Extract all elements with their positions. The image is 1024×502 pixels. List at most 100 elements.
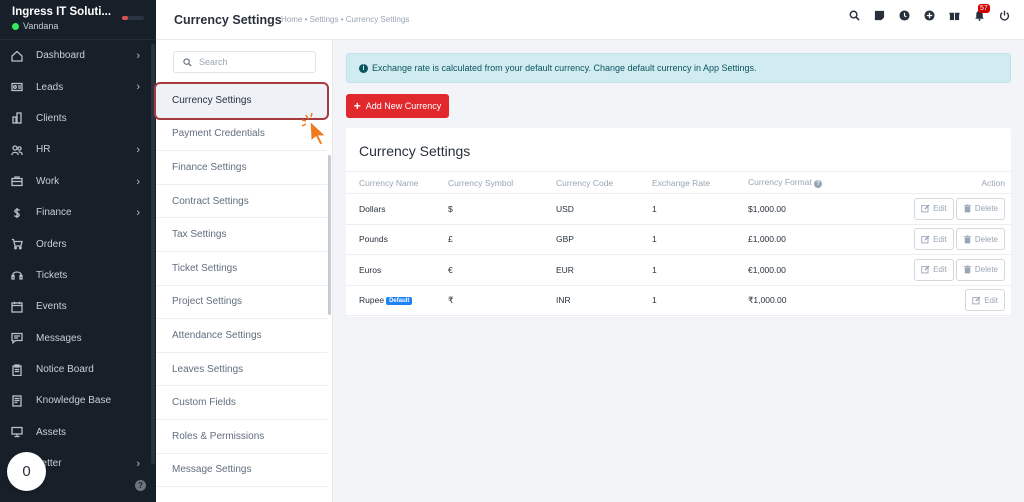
home-icon bbox=[10, 49, 24, 63]
edit-button[interactable]: Edit bbox=[914, 258, 954, 281]
delete-button[interactable]: Delete bbox=[955, 258, 1005, 281]
info-alert-text: Exchange rate is calculated from your de… bbox=[372, 63, 757, 73]
cell-name: Pounds bbox=[346, 224, 448, 255]
chevron-right-icon: › bbox=[136, 144, 140, 157]
sidebar-item-notice-board[interactable]: Notice Board bbox=[0, 354, 156, 385]
sidebar-item-label: Events bbox=[36, 301, 67, 313]
sidebar-item-dashboard[interactable]: Dashboard › bbox=[0, 40, 156, 71]
user-name: Vandana bbox=[23, 21, 59, 31]
col-exchange-rate: Exchange Rate bbox=[652, 171, 748, 194]
brand-block[interactable]: Ingress IT Soluti... Vandana bbox=[0, 0, 156, 40]
cell-action: Edit bbox=[868, 285, 1011, 316]
settings-search bbox=[173, 51, 316, 73]
sidebar-item-hr[interactable]: HR › bbox=[0, 134, 156, 165]
col-currency-code: Currency Code bbox=[556, 171, 652, 194]
building-icon bbox=[10, 111, 24, 125]
table-row: Euros € EUR 1 €1,000.00 Edit Delete bbox=[346, 254, 1011, 286]
sidebar-item-tickets[interactable]: Tickets bbox=[0, 260, 156, 291]
search-icon bbox=[183, 57, 192, 67]
edit-button[interactable]: Edit bbox=[914, 228, 954, 251]
cell-name: Euros bbox=[346, 254, 448, 286]
settings-menu-item-ticket-settings[interactable]: Ticket Settings bbox=[156, 252, 327, 286]
edit-icon bbox=[921, 265, 930, 274]
settings-menu-item-custom-fields[interactable]: Custom Fields bbox=[156, 386, 327, 420]
sidebar-item-orders[interactable]: Orders bbox=[0, 228, 156, 259]
sidebar-item-label: Work bbox=[36, 175, 60, 187]
cell-symbol: ₹ bbox=[448, 285, 556, 316]
clock-icon[interactable] bbox=[899, 10, 910, 21]
settings-menu-item-tax-settings[interactable]: Tax Settings bbox=[156, 218, 327, 252]
settings-menu-item-attendance-settings[interactable]: Attendance Settings bbox=[156, 319, 327, 353]
col-action: Action bbox=[868, 171, 1011, 194]
add-new-currency-button[interactable]: + Add New Currency bbox=[346, 94, 449, 118]
currency-name: Pounds bbox=[359, 234, 388, 245]
people-icon bbox=[10, 143, 24, 157]
cell-name: Rupee Default bbox=[346, 285, 448, 316]
floating-counter-badge[interactable]: 0 bbox=[7, 452, 46, 491]
dollar-icon bbox=[10, 206, 24, 220]
cell-action: Edit Delete bbox=[868, 254, 1011, 286]
chevron-right-icon: › bbox=[136, 81, 140, 94]
sidebar-item-label: Assets bbox=[36, 426, 67, 438]
book-icon bbox=[10, 394, 24, 408]
settings-menu-item-finance-settings[interactable]: Finance Settings bbox=[156, 151, 327, 185]
headset-icon bbox=[10, 268, 24, 282]
sidebar-item-messages[interactable]: Messages bbox=[0, 323, 156, 354]
sidebar-item-label: Finance bbox=[36, 207, 72, 219]
gift-icon[interactable] bbox=[949, 10, 960, 21]
cell-code: USD bbox=[556, 193, 652, 225]
settings-menu-scrollbar[interactable] bbox=[328, 155, 331, 315]
edit-button[interactable]: Edit bbox=[965, 289, 1005, 312]
monitor-icon bbox=[10, 425, 24, 439]
delete-button[interactable]: Delete bbox=[955, 197, 1005, 220]
sidebar: Ingress IT Soluti... Vandana Dashboard › L… bbox=[0, 0, 156, 502]
settings-menu-item-message-settings[interactable]: Message Settings bbox=[156, 454, 327, 488]
delete-button[interactable]: Delete bbox=[955, 228, 1005, 251]
table-row: Rupee Default ₹ INR 1 ₹1,000.00 Edit bbox=[346, 285, 1011, 316]
edit-button[interactable]: Edit bbox=[914, 197, 954, 220]
briefcase-icon bbox=[10, 174, 24, 188]
sidebar-item-work[interactable]: Work › bbox=[0, 166, 156, 197]
clipboard-icon bbox=[10, 363, 24, 377]
cell-format: £1,000.00 bbox=[748, 224, 868, 255]
settings-menu-item-leaves-settings[interactable]: Leaves Settings bbox=[156, 353, 327, 387]
info-alert: i Exchange rate is calculated from your … bbox=[346, 53, 1011, 83]
col-currency-format: Currency Format ? bbox=[748, 171, 868, 194]
chevron-right-icon: › bbox=[136, 175, 140, 188]
sidebar-item-label: Notice Board bbox=[36, 364, 94, 376]
sidebar-item-clients[interactable]: Clients bbox=[0, 103, 156, 134]
sidebar-item-leads[interactable]: Leads › bbox=[0, 71, 156, 102]
breadcrumb: Home • Settings • Currency Settings bbox=[281, 15, 410, 24]
settings-menu-item-contract-settings[interactable]: Contract Settings bbox=[156, 185, 327, 219]
add-circle-icon[interactable] bbox=[924, 10, 935, 21]
cell-name: Dollars bbox=[346, 193, 448, 225]
settings-menu-item-project-settings[interactable]: Project Settings bbox=[156, 286, 327, 320]
bell-icon[interactable]: 57 bbox=[974, 4, 990, 21]
table-row: Pounds £ GBP 1 £1,000.00 Edit Delete bbox=[346, 224, 1011, 255]
currency-name: Dollars bbox=[359, 203, 386, 214]
currency-name: Euros bbox=[359, 264, 382, 275]
cell-symbol: € bbox=[448, 254, 556, 286]
edit-icon bbox=[921, 204, 930, 213]
trash-icon bbox=[963, 235, 971, 244]
help-icon[interactable]: ? bbox=[814, 180, 823, 188]
edit-icon bbox=[972, 296, 981, 305]
default-badge: Default bbox=[386, 297, 413, 306]
help-icon[interactable]: ? bbox=[135, 480, 146, 491]
currency-name: Rupee bbox=[359, 295, 385, 306]
power-icon[interactable] bbox=[999, 10, 1010, 21]
calendar-icon bbox=[10, 300, 24, 314]
progress-bar bbox=[122, 16, 144, 20]
search-icon[interactable] bbox=[849, 10, 860, 21]
chevron-right-icon: › bbox=[136, 458, 140, 471]
sidebar-item-assets[interactable]: Assets bbox=[0, 417, 156, 448]
chevron-right-icon: › bbox=[136, 206, 140, 219]
settings-search-input[interactable] bbox=[199, 57, 309, 67]
sidebar-item-events[interactable]: Events bbox=[0, 291, 156, 322]
main-content: i Exchange rate is calculated from your … bbox=[333, 40, 1024, 502]
cell-action: Edit Delete bbox=[868, 193, 1011, 225]
sticky-note-icon[interactable] bbox=[874, 10, 885, 21]
sidebar-item-finance[interactable]: Finance › bbox=[0, 197, 156, 228]
settings-menu-item-roles-permissions[interactable]: Roles & Permissions bbox=[156, 420, 327, 454]
sidebar-item-knowledge-base[interactable]: Knowledge Base bbox=[0, 385, 156, 416]
